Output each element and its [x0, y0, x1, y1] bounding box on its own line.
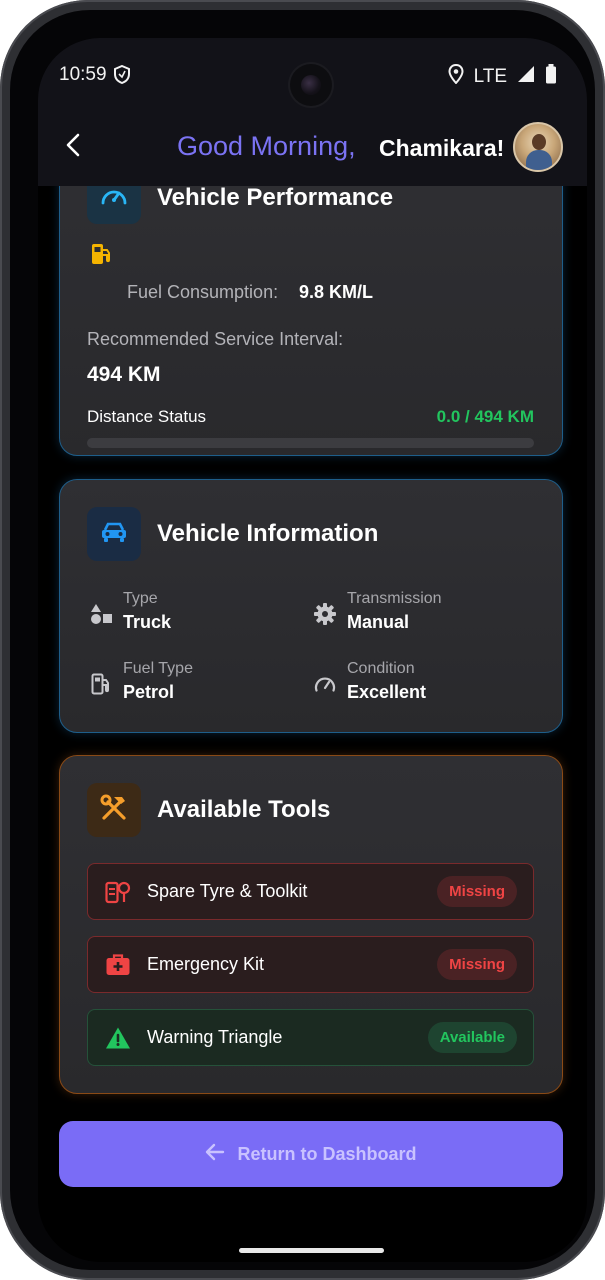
signal-icon [517, 65, 535, 89]
avatar[interactable] [513, 122, 563, 172]
toolkit-icon [105, 879, 131, 905]
transmission-label: Transmission [347, 590, 442, 607]
fuel-consumption-value: 9.8 KM/L [299, 282, 374, 302]
tool-name: Emergency Kit [147, 954, 265, 974]
first-aid-kit-icon [105, 952, 131, 978]
battery-icon [545, 64, 557, 90]
speedometer-icon [100, 183, 128, 212]
transmission-value: Manual [347, 612, 410, 632]
tool-row[interactable]: Warning Triangle Available [87, 1009, 534, 1066]
gear-icon [313, 602, 337, 626]
greeting-text: Good Morning, [177, 131, 356, 161]
return-to-dashboard-label: Return to Dashboard [237, 1143, 417, 1164]
phone-bezel: 10:59 LTE Good Morning, Chamikara! Vehic… [10, 10, 595, 1270]
status-badge: Available [427, 1022, 517, 1053]
location-icon [448, 63, 464, 90]
fuel-type-label: Fuel Type [123, 660, 193, 677]
shapes-icon [89, 602, 113, 626]
app-header: Good Morning, Chamikara! [38, 108, 587, 186]
tool-row[interactable]: Emergency Kit Missing [87, 936, 534, 993]
fuel-consumption-label: Fuel Consumption: [127, 282, 279, 302]
type-value: Truck [123, 612, 172, 632]
home-indicator[interactable] [239, 1248, 384, 1253]
status-badge: Missing [437, 876, 517, 907]
hammer-wrench-icon [100, 794, 128, 827]
status-icons: LTE [448, 63, 557, 90]
distance-status-label: Distance Status [87, 407, 207, 426]
condition-value: Excellent [347, 682, 427, 702]
service-interval-label: Recommended Service Interval: [87, 329, 344, 349]
vehicle-performance-title: Vehicle Performance [157, 184, 394, 211]
available-tools-title: Available Tools [157, 796, 331, 823]
tool-row[interactable]: Spare Tyre & Toolkit Missing [87, 863, 534, 920]
distance-status-value: 0.0 / 494 KM [436, 407, 534, 426]
service-interval-value: 494 KM [87, 363, 161, 386]
type-label: Type [123, 590, 158, 607]
arrow-left-icon [205, 1143, 225, 1166]
tool-name: Warning Triangle [147, 1027, 283, 1047]
info-transmission: Transmission Manual [313, 590, 513, 640]
car-icon-box [87, 507, 141, 561]
return-to-dashboard-button[interactable]: Return to Dashboard [59, 1121, 563, 1187]
user-name: Chamikara! [379, 135, 505, 161]
vehicle-performance-card: Vehicle Performance Fuel Consumption: 9.… [59, 148, 563, 456]
warning-triangle-icon [105, 1025, 131, 1051]
car-icon [100, 521, 128, 548]
status-time: 10:59 [59, 64, 107, 85]
info-condition: Condition Excellent [313, 660, 513, 710]
tool-name: Spare Tyre & Toolkit [147, 881, 308, 901]
front-camera [290, 64, 332, 106]
condition-label: Condition [347, 660, 415, 677]
distance-progress-bar [87, 438, 534, 448]
network-type: LTE [473, 66, 507, 87]
chevron-left-icon [65, 133, 81, 162]
info-type: Type Truck [89, 590, 289, 640]
speedometer-outline-icon [313, 672, 337, 696]
vehicle-information-title: Vehicle Information [157, 520, 379, 547]
tools-icon-box [87, 783, 141, 837]
status-badge: Missing [437, 949, 517, 980]
info-fuel-type: Fuel Type Petrol [89, 660, 289, 710]
phone-frame: 10:59 LTE Good Morning, Chamikara! Vehic… [0, 0, 605, 1280]
available-tools-card: Available Tools Spare Tyre & Toolkit Mis… [59, 755, 563, 1094]
shield-icon [114, 64, 130, 89]
status-bar: 10:59 LTE [38, 38, 587, 108]
app-screen: 10:59 LTE Good Morning, Chamikara! Vehic… [38, 38, 587, 1262]
fuel-pump-outline-icon [89, 672, 113, 696]
fuel-pump-icon [90, 242, 112, 271]
fuel-type-value: Petrol [123, 682, 175, 702]
back-button[interactable] [58, 132, 88, 162]
vehicle-information-card: Vehicle Information Type Truck Transmiss… [59, 479, 563, 733]
